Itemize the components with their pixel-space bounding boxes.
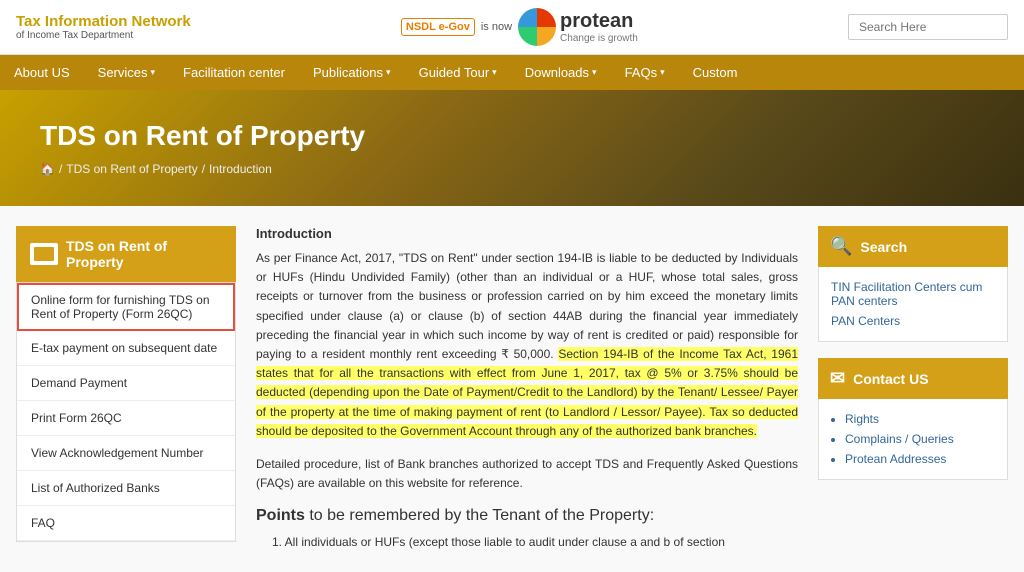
hero-banner: TDS on Rent of Property 🏠 / TDS on Rent … [0,90,1024,206]
breadcrumb: 🏠 / TDS on Rent of Property / Introducti… [40,162,984,176]
search-widget-body: TIN Facilitation Centers cum PAN centers… [818,267,1008,342]
protean-name: protean [560,10,638,33]
document-icon [30,243,58,265]
sidebar-item-authorized-banks[interactable]: List of Authorized Banks [17,471,235,506]
sidebar-item-etax[interactable]: E-tax payment on subsequent date [17,331,235,366]
nav-item-custom[interactable]: Custom [679,55,752,90]
sidebar-menu: Online form for furnishing TDS on Rent o… [16,282,236,542]
mail-icon: ✉ [830,368,845,389]
chevron-down-icon: ▾ [151,67,156,78]
tin-subtitle: of Income Tax Department [16,30,191,41]
chevron-down-icon: ▾ [592,67,597,78]
search-widget: 🔍 Search TIN Facilitation Centers cum PA… [818,226,1008,342]
search-widget-header: 🔍 Search [818,226,1008,267]
contact-complains-link[interactable]: Complains / Queries [845,429,995,449]
breadcrumb-current: Introduction [209,162,272,176]
points-item-1: 1. All individuals or HUFs (except those… [272,533,798,552]
header: Tax Information Network of Income Tax De… [0,0,1024,55]
points-heading: Points to be remembered by the Tenant of… [256,507,798,525]
contact-rights-link[interactable]: Rights [845,409,995,429]
breadcrumb-section[interactable]: TDS on Rent of Property [66,162,197,176]
nav-item-faqs[interactable]: FAQs▾ [611,55,679,90]
contact-widget-header: ✉ Contact US [818,358,1008,399]
sidebar-item-demand-payment[interactable]: Demand Payment [17,366,235,401]
contact-widget-title: Contact US [853,371,928,387]
intro-heading: Introduction [256,226,798,241]
chevron-down-icon: ▾ [492,67,497,78]
main-nav: About US Services▾ Facilitation center P… [0,55,1024,90]
header-logo: NSDL e-Gov is now protean Change is grow… [401,8,638,46]
contact-widget-body: Rights Complains / Queries Protean Addre… [818,399,1008,480]
sidebar-title: TDS on Rent of Property [66,238,222,270]
nav-item-publications[interactable]: Publications▾ [299,55,405,90]
nav-item-downloads[interactable]: Downloads▾ [511,55,611,90]
contact-protean-link[interactable]: Protean Addresses [845,449,995,469]
right-sidebar: 🔍 Search TIN Facilitation Centers cum PA… [818,226,1008,552]
contact-widget: ✉ Contact US Rights Complains / Queries … [818,358,1008,480]
protean-logo: protean Change is growth [518,8,638,46]
breadcrumb-home-icon[interactable]: 🏠 [40,162,55,176]
change-growth-text: Change is growth [560,33,638,44]
nav-item-services[interactable]: Services▾ [84,55,169,90]
search-input[interactable] [848,14,1008,40]
nsdl-logo: NSDL e-Gov [401,18,475,36]
left-sidebar: TDS on Rent of Property Online form for … [16,226,236,552]
intro-paragraph-1: As per Finance Act, 2017, "TDS on Rent" … [256,249,798,441]
is-now-text: is now [481,21,512,33]
sidebar-header: TDS on Rent of Property [16,226,236,282]
pan-centers-link[interactable]: PAN Centers [831,311,995,331]
page-title: TDS on Rent of Property [40,120,984,152]
points-list: 1. All individuals or HUFs (except those… [256,533,798,552]
tin-facilitation-link[interactable]: TIN Facilitation Centers cum PAN centers [831,277,995,311]
sidebar-item-online-form[interactable]: Online form for furnishing TDS on Rent o… [17,283,235,331]
header-left: Tax Information Network of Income Tax De… [16,13,191,41]
intro-paragraph-2: Detailed procedure, list of Bank branche… [256,455,798,493]
main-content: TDS on Rent of Property Online form for … [0,206,1024,572]
sidebar-item-faq[interactable]: FAQ [17,506,235,541]
protean-circle-icon [518,8,556,46]
nav-item-guided-tour[interactable]: Guided Tour▾ [405,55,511,90]
article-content: Introduction As per Finance Act, 2017, "… [236,226,818,552]
protean-text-block: protean Change is growth [560,10,638,44]
contact-list: Rights Complains / Queries Protean Addre… [831,409,995,469]
chevron-down-icon: ▾ [660,67,665,78]
sidebar-item-view-acknowledgement[interactable]: View Acknowledgement Number [17,436,235,471]
nav-item-facilitation[interactable]: Facilitation center [169,55,299,90]
tin-title: Tax Information Network [16,13,191,30]
highlighted-text: Section 194-IB of the Income Tax Act, 19… [256,347,798,438]
nav-item-about[interactable]: About US [0,55,84,90]
search-icon: 🔍 [830,236,852,257]
sidebar-item-print-form[interactable]: Print Form 26QC [17,401,235,436]
search-widget-title: Search [860,239,907,255]
chevron-down-icon: ▾ [386,67,391,78]
